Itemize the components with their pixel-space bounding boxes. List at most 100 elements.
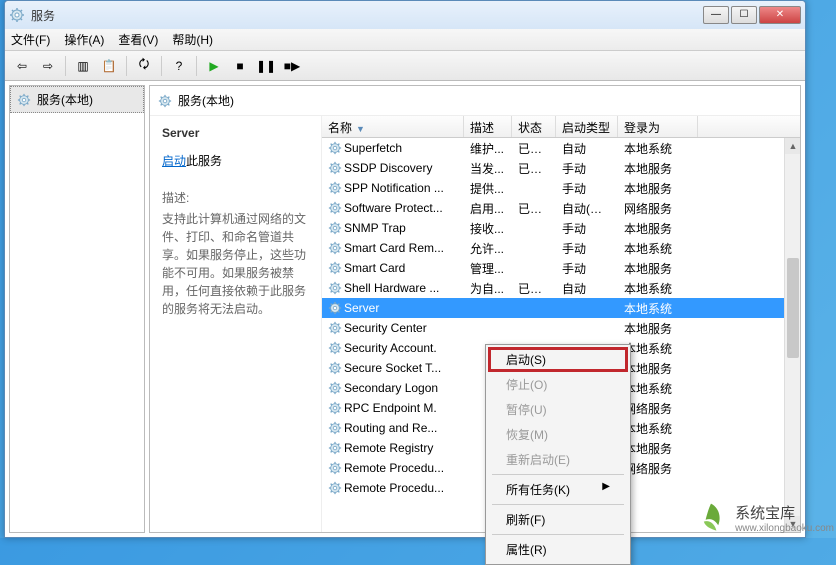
- service-row[interactable]: Security Center本地服务: [322, 318, 800, 338]
- menu-help[interactable]: 帮助(H): [172, 31, 213, 48]
- gear-icon: [328, 281, 342, 295]
- services-icon: [9, 7, 25, 23]
- menubar: 文件(F) 操作(A) 查看(V) 帮助(H): [5, 29, 805, 51]
- description-text: 支持此计算机通过网络的文件、打印、和命名管道共享。如果服务停止，这些功能不可用。…: [162, 210, 309, 318]
- context-all-tasks[interactable]: 所有任务(K)▶: [488, 477, 628, 502]
- pause-service-button[interactable]: ❚❚: [255, 55, 277, 77]
- gear-icon: [328, 321, 342, 335]
- right-header-title: 服务(本地): [178, 92, 234, 109]
- submenu-arrow-icon: ▶: [602, 481, 610, 492]
- service-row[interactable]: Shell Hardware ...为自...已启动自动本地系统: [322, 278, 800, 298]
- start-service-link[interactable]: 启动: [162, 154, 186, 168]
- column-description[interactable]: 描述: [464, 116, 512, 137]
- service-row[interactable]: Smart Card管理...手动本地服务: [322, 258, 800, 278]
- scroll-up-button[interactable]: ▲: [785, 138, 800, 154]
- gear-icon: [328, 481, 342, 495]
- tree-root-label: 服务(本地): [37, 91, 93, 108]
- start-service-suffix: 此服务: [186, 154, 222, 168]
- menu-view[interactable]: 查看(V): [118, 31, 158, 48]
- right-body: Server 启动此服务 描述: 支持此计算机通过网络的文件、打印、和命名管道共…: [150, 116, 800, 532]
- context-properties[interactable]: 属性(R): [488, 537, 628, 562]
- separator: [65, 56, 66, 76]
- minimize-button[interactable]: —: [703, 6, 729, 24]
- gear-icon: [17, 93, 31, 107]
- gear-icon: [328, 161, 342, 175]
- gear-icon: [328, 381, 342, 395]
- window-title: 服务: [31, 7, 703, 24]
- menu-action[interactable]: 操作(A): [64, 31, 104, 48]
- list-header: 名称▼ 描述 状态 启动类型 登录为: [322, 116, 800, 138]
- gear-icon: [328, 201, 342, 215]
- sort-desc-icon: ▼: [356, 124, 365, 134]
- gear-icon: [328, 221, 342, 235]
- gear-icon: [158, 94, 172, 108]
- gear-icon: [328, 261, 342, 275]
- gear-icon: [328, 461, 342, 475]
- watermark-logo-icon: [693, 500, 729, 536]
- stop-service-button[interactable]: ■: [229, 55, 251, 77]
- tree-root-services-local[interactable]: 服务(本地): [10, 86, 144, 113]
- context-menu: 启动(S) 停止(O) 暂停(U) 恢复(M) 重新启动(E) 所有任务(K)▶…: [485, 344, 631, 565]
- watermark: 系统宝库 www.xilongbaoku.com: [693, 500, 834, 536]
- restart-service-button[interactable]: ■▶: [281, 55, 303, 77]
- start-service-button[interactable]: ▶: [203, 55, 225, 77]
- context-stop: 停止(O): [488, 372, 628, 397]
- watermark-title: 系统宝库: [735, 502, 834, 523]
- gear-icon: [328, 301, 342, 315]
- service-row[interactable]: Server本地系统: [322, 298, 800, 318]
- right-pane-header: 服务(本地): [150, 86, 800, 116]
- description-label: 描述:: [162, 189, 309, 206]
- context-start[interactable]: 启动(S): [488, 347, 628, 372]
- service-row[interactable]: Smart Card Rem...允许...手动本地系统: [322, 238, 800, 258]
- service-row[interactable]: SPP Notification ...提供...手动本地服务: [322, 178, 800, 198]
- separator: [161, 56, 162, 76]
- service-row[interactable]: Superfetch维护...已启动自动本地系统: [322, 138, 800, 158]
- help-button[interactable]: ?: [168, 55, 190, 77]
- menu-file[interactable]: 文件(F): [11, 31, 50, 48]
- show-hide-button[interactable]: ▥: [72, 55, 94, 77]
- service-row[interactable]: Software Protect...启用...已启动自动(延迟...网络服务: [322, 198, 800, 218]
- scrollbar-thumb[interactable]: [787, 258, 799, 358]
- menu-separator: [492, 474, 624, 475]
- export-button[interactable]: 📋: [98, 55, 120, 77]
- separator: [126, 56, 127, 76]
- right-pane: 服务(本地) Server 启动此服务 描述: 支持此计算机通过网络的文件、打印…: [149, 85, 801, 533]
- column-logon-as[interactable]: 登录为: [618, 116, 698, 137]
- start-service-row: 启动此服务: [162, 152, 309, 169]
- maximize-button[interactable]: ☐: [731, 6, 757, 24]
- column-name[interactable]: 名称▼: [322, 116, 464, 137]
- gear-icon: [328, 441, 342, 455]
- watermark-url: www.xilongbaoku.com: [735, 523, 834, 534]
- service-name-heading: Server: [162, 126, 309, 140]
- context-restart: 重新启动(E): [488, 447, 628, 472]
- gear-icon: [328, 241, 342, 255]
- window-controls: — ☐ ✕: [703, 6, 801, 24]
- gear-icon: [328, 421, 342, 435]
- close-button[interactable]: ✕: [759, 6, 801, 24]
- gear-icon: [328, 141, 342, 155]
- detail-pane: Server 启动此服务 描述: 支持此计算机通过网络的文件、打印、和命名管道共…: [150, 116, 322, 532]
- context-refresh[interactable]: 刷新(F): [488, 507, 628, 532]
- separator: [196, 56, 197, 76]
- gear-icon: [328, 401, 342, 415]
- services-window: 服务 — ☐ ✕ 文件(F) 操作(A) 查看(V) 帮助(H) ⇦ ⇨ ▥ 📋…: [4, 0, 806, 538]
- gear-icon: [328, 181, 342, 195]
- tree-pane: 服务(本地): [9, 85, 145, 533]
- column-startup-type[interactable]: 启动类型: [556, 116, 618, 137]
- vertical-scrollbar[interactable]: ▲ ▼: [784, 138, 800, 532]
- context-resume: 恢复(M): [488, 422, 628, 447]
- watermark-text-block: 系统宝库 www.xilongbaoku.com: [735, 502, 834, 534]
- titlebar[interactable]: 服务 — ☐ ✕: [5, 1, 805, 29]
- menu-separator: [492, 504, 624, 505]
- context-pause: 暂停(U): [488, 397, 628, 422]
- column-status[interactable]: 状态: [512, 116, 556, 137]
- menu-separator: [492, 534, 624, 535]
- toolbar: ⇦ ⇨ ▥ 📋 🗘 ? ▶ ■ ❚❚ ■▶: [5, 51, 805, 81]
- service-row[interactable]: SSDP Discovery当发...已启动手动本地服务: [322, 158, 800, 178]
- gear-icon: [328, 361, 342, 375]
- back-button[interactable]: ⇦: [11, 55, 33, 77]
- content-area: 服务(本地) 服务(本地) Server 启动此服务 描述: 支持此计算机通过网…: [5, 81, 805, 537]
- forward-button[interactable]: ⇨: [37, 55, 59, 77]
- refresh-button[interactable]: 🗘: [133, 55, 155, 77]
- service-row[interactable]: SNMP Trap接收...手动本地服务: [322, 218, 800, 238]
